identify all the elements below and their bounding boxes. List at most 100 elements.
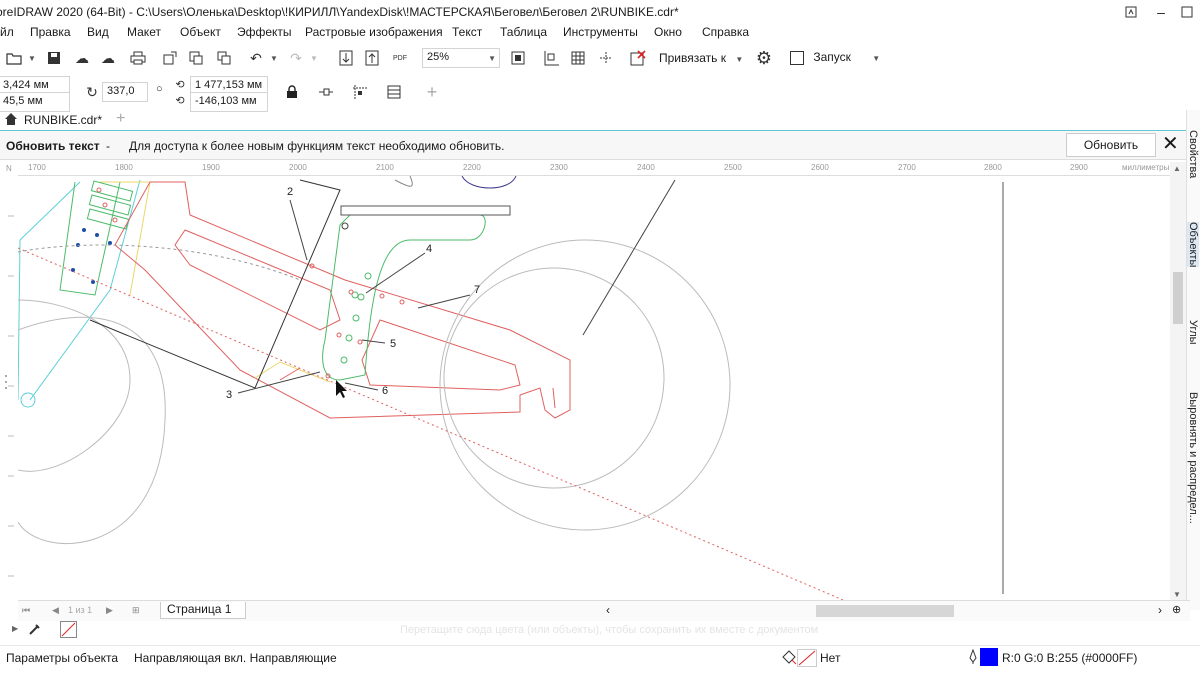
outline-pen-icon[interactable] [968,648,978,668]
frame-cutout[interactable] [361,319,521,391]
callout-label[interactable]: 2 [287,186,293,198]
fill-bucket-icon[interactable] [780,648,798,669]
seat-hole[interactable] [357,293,365,301]
save-icon[interactable] [44,48,64,68]
callout-label[interactable]: 5 [390,338,396,350]
front-wheel-outline[interactable] [18,299,131,472]
cyan-axle-circle[interactable] [20,392,36,408]
vertical-scroll-thumb[interactable] [1173,272,1183,324]
undo-dropdown-icon[interactable]: ▼ [264,48,284,68]
cloud-upload-icon[interactable]: ☁ [72,48,92,68]
restore-panel-icon[interactable] [1114,0,1148,24]
drawing-svg[interactable]: 2 3 4 5 6 7 [18,176,1180,600]
prev-page-icon[interactable]: ◀ [52,605,59,616]
options-gear-icon[interactable]: ⚙ [754,48,774,68]
rear-wheel-inner[interactable] [443,267,665,489]
menu-text[interactable]: Текст [452,25,482,39]
snap-to-dropdown[interactable]: Привязать к ▼ [659,51,743,65]
guide-node-icon[interactable] [316,82,336,102]
redo-dropdown-icon[interactable]: ▼ [304,48,324,68]
add-guide-icon[interactable]: + [422,82,442,102]
rear-wheel-outer[interactable] [439,239,731,531]
launch-dropdown[interactable]: Запуск ▼ [790,50,880,65]
vertical-ruler[interactable] [0,176,18,600]
menu-window[interactable]: Окно [654,25,682,39]
no-color-swatch[interactable] [60,621,77,638]
seat-hole[interactable] [364,272,372,280]
menu-file[interactable]: йл [0,25,14,39]
show-rulers-icon[interactable] [542,48,562,68]
open-folder-icon[interactable] [4,48,24,68]
seat-rect[interactable] [340,205,511,216]
docker-tab-corners[interactable]: Углы [1187,320,1199,345]
guide-line[interactable] [582,179,676,336]
menu-effects[interactable]: Эффекты [237,25,292,39]
horizontal-ruler[interactable]: N 1700 1800 1900 2000 2100 2200 2300 240… [6,162,1190,176]
fill-none-swatch[interactable] [797,649,817,667]
seat-mount-icon[interactable] [341,222,349,230]
tab-runbike[interactable]: RUNBIKE.cdr* [24,113,102,127]
menu-tools[interactable]: Инструменты [563,25,638,39]
cyan-fork-outline[interactable] [29,179,141,401]
top-curve[interactable] [461,176,517,189]
zoom-level-field[interactable]: 25% ▼ [422,48,500,68]
callout-label[interactable]: 3 [226,389,232,401]
hole-dot[interactable] [102,202,108,208]
menu-bitmaps[interactable]: Растровые изображения [305,25,443,39]
close-notification-icon[interactable]: ✕ [1162,134,1179,154]
scroll-up-icon[interactable]: ▲ [1173,164,1181,173]
first-page-icon[interactable]: ⏮ [22,605,30,616]
docker-tab-properties[interactable]: Свойства [1187,130,1199,178]
frame-slot[interactable] [552,387,556,409]
next-page-icon[interactable]: ▶ [106,605,113,616]
red-dashed-guide[interactable] [18,247,850,600]
drawing-canvas[interactable]: 2 3 4 5 6 7 [18,176,1180,600]
scroll-left-icon[interactable]: ‹ [606,603,610,617]
cloud-download-icon[interactable]: ☁ [98,48,118,68]
seat-hole[interactable] [336,332,342,338]
export-arrow-icon[interactable] [362,48,382,68]
export-icon[interactable] [186,48,206,68]
hole-dot[interactable] [96,187,102,193]
callout-label[interactable]: 4 [426,243,432,255]
maximize-button[interactable] [1170,0,1200,24]
menu-layout[interactable]: Макет [127,25,161,39]
seat-hole[interactable] [348,289,354,295]
docker-tab-align[interactable]: Выровнять и распредел... [1187,392,1199,524]
callout-label[interactable]: 6 [382,385,388,397]
center-y-field[interactable]: -146,103 мм [190,92,268,112]
zoom-navigator-icon[interactable]: ⊕ [1172,603,1181,616]
hole-dot[interactable] [108,241,112,245]
seat-hole[interactable] [340,356,348,364]
copy-icon[interactable] [214,48,234,68]
guide-properties-icon[interactable] [384,82,404,102]
slot-rect[interactable] [88,194,132,216]
seat-hole[interactable] [345,334,353,342]
palette-expand-icon[interactable]: ▶ [12,624,18,633]
slot-rect[interactable] [86,208,130,230]
import-icon[interactable] [160,48,180,68]
menu-table[interactable]: Таблица [500,25,547,39]
y-position-field[interactable]: 45,5 мм [0,92,70,112]
guide-lock-icon[interactable] [350,82,370,102]
import-arrow-icon[interactable] [336,48,356,68]
show-grid-icon[interactable] [568,48,588,68]
hole-dot[interactable] [82,228,86,232]
eyedropper-icon[interactable] [28,622,42,639]
menu-view[interactable]: Вид [87,25,109,39]
callout-label[interactable]: 7 [474,284,480,296]
hole-dot[interactable] [71,268,75,272]
undo-icon[interactable]: ↶ [246,48,266,68]
open-dropdown-icon[interactable]: ▼ [22,48,42,68]
docker-tab-objects[interactable]: Объекты [1187,222,1199,268]
snap-off-icon[interactable] [628,48,648,68]
selection-rotated-rect[interactable] [89,179,341,389]
seat-hole[interactable] [352,314,360,322]
print-icon[interactable] [128,48,148,68]
scroll-down-icon[interactable]: ▼ [1173,590,1181,599]
seat-hole[interactable] [379,293,385,299]
show-guides-icon[interactable] [596,48,616,68]
outline-color-swatch[interactable] [980,648,998,666]
head-tube-green[interactable] [59,181,121,296]
menu-help[interactable]: Справка [702,25,749,39]
